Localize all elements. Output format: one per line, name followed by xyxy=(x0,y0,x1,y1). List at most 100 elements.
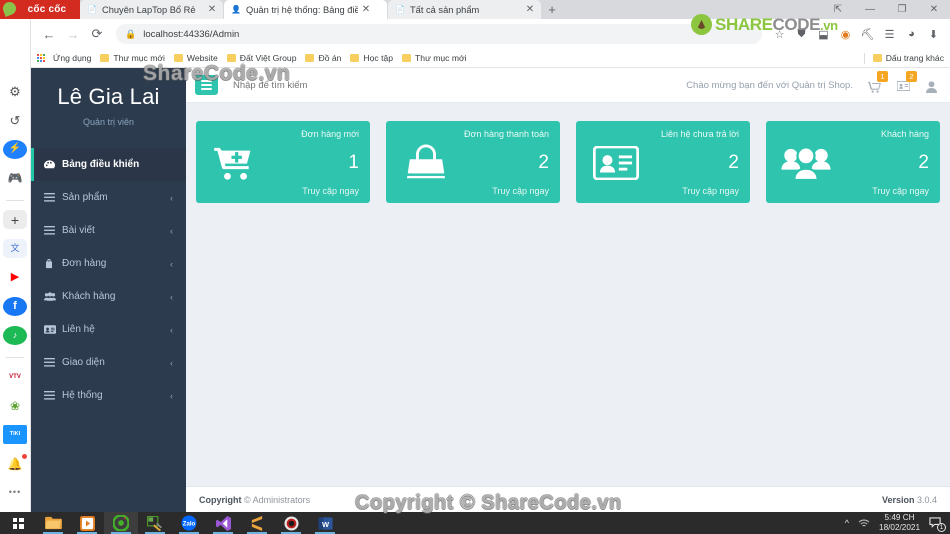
bookmark-item[interactable]: Đất Việt Group xyxy=(226,53,297,63)
sidebar-item-system[interactable]: Hệ thống ‹ xyxy=(31,379,186,412)
sidebar-item-orders[interactable]: Đơn hàng ‹ xyxy=(31,247,186,280)
stat-card-paid-orders[interactable]: Đơn hàng thanh toán 2 Truy cập ngay xyxy=(386,121,560,203)
messenger-icon[interactable]: ⚡ xyxy=(3,139,27,159)
action-center-icon[interactable]: 1 xyxy=(929,517,946,532)
address-bar-row: ← → ⟳ 🔒 localhost:44336/Admin ☆ ⛊ ⬓ ◉ ⛏ … xyxy=(31,19,950,49)
welcome-message: Chào mừng bạn đến với Quản trị Shop. xyxy=(686,79,853,91)
other-bookmarks[interactable]: Dấu trang khác xyxy=(863,52,944,64)
stat-card-unanswered-contacts[interactable]: Liên hệ chưa trả lời 2 Truy cập ngay xyxy=(576,121,750,203)
bookmark-item[interactable]: Thư mục mới xyxy=(402,53,467,63)
taskbar-clock[interactable]: 5:49 CH 18/02/2021 xyxy=(879,513,920,534)
shield-icon[interactable]: ⛊ xyxy=(791,24,812,45)
sidebar-item-interface[interactable]: Giao diện ‹ xyxy=(31,346,186,379)
taskbar-zalo-icon[interactable]: Zalo xyxy=(172,512,206,534)
cococ-icon[interactable]: ❀ xyxy=(3,396,27,415)
maximize-icon[interactable]: ❐ xyxy=(886,0,918,19)
card-link[interactable]: Truy cập ngay xyxy=(302,186,359,196)
menu-icon[interactable]: ⬇ xyxy=(923,24,944,45)
taskbar-word-icon[interactable]: W xyxy=(308,512,342,534)
network-icon[interactable] xyxy=(858,519,870,528)
bookmark-item[interactable]: Học tập xyxy=(350,53,393,63)
folder-icon xyxy=(100,54,110,62)
card-link[interactable]: Truy cập ngay xyxy=(872,186,929,196)
folder-icon xyxy=(350,54,360,62)
bell-icon[interactable]: 🔔 xyxy=(3,453,28,473)
vtv-icon[interactable]: VTV xyxy=(3,367,27,387)
browser-tab-2[interactable]: 👤 Quản trị hệ thống: Bảng điều ✕ xyxy=(224,0,387,19)
new-tab-button[interactable]: + xyxy=(542,2,562,19)
profile-icon[interactable]: ◕ xyxy=(901,24,922,45)
list-icon xyxy=(44,193,62,202)
cart-icon[interactable]: 1 xyxy=(868,71,888,93)
user-icon[interactable] xyxy=(926,77,937,93)
hamburger-icon[interactable] xyxy=(195,75,218,95)
footer-copyright-strong: Copyright xyxy=(199,494,242,505)
sidebar-item-posts[interactable]: Bài viết ‹ xyxy=(31,214,186,247)
sidebar-item-contact[interactable]: Liên hệ ‹ xyxy=(31,313,186,346)
close-icon[interactable]: ✕ xyxy=(358,4,374,15)
close-icon[interactable]: ✕ xyxy=(918,0,950,19)
sidebar-item-dashboard[interactable]: Bảng điều khiển xyxy=(31,148,186,181)
cast-icon[interactable]: ⇱ xyxy=(822,0,854,19)
playlist-icon[interactable]: ☰ xyxy=(879,24,900,45)
search-input[interactable] xyxy=(233,79,687,91)
spotify-icon[interactable]: ♪ xyxy=(3,325,27,345)
close-icon[interactable]: ✕ xyxy=(522,4,538,15)
coccoc-logo[interactable]: cốc cốc xyxy=(0,0,80,19)
close-icon[interactable]: ✕ xyxy=(204,4,220,15)
notification-count: 1 xyxy=(937,523,946,532)
list-icon xyxy=(44,358,62,367)
contact-icon[interactable]: 2 xyxy=(897,71,917,91)
taskbar-coccoc-browser-icon[interactable] xyxy=(104,512,138,534)
address-input[interactable]: 🔒 localhost:44336/Admin xyxy=(116,24,762,44)
bookmark-item[interactable]: Đồ án xyxy=(305,53,341,63)
apps-grid-icon xyxy=(37,53,48,63)
settings-gear-icon[interactable]: ⚙ xyxy=(3,82,27,101)
download-icon[interactable]: ⬓ xyxy=(813,24,834,45)
bookmark-star-icon[interactable]: ☆ xyxy=(769,24,790,45)
facebook-icon[interactable]: f xyxy=(3,297,27,316)
card-body: Đơn hàng mới 1 Truy cập ngay xyxy=(265,129,359,196)
taskbar-file-explorer-icon[interactable] xyxy=(36,512,70,534)
forward-button[interactable]: → xyxy=(61,22,85,46)
taskbar-record-icon[interactable] xyxy=(274,512,308,534)
taskbar-visual-studio-icon[interactable] xyxy=(206,512,240,534)
bookmark-label: Đất Việt Group xyxy=(239,53,297,63)
back-button[interactable]: ← xyxy=(37,22,61,46)
chevron-left-icon: ‹ xyxy=(170,390,173,401)
card-body: Đơn hàng thanh toán 2 Truy cập ngay xyxy=(455,129,549,196)
game-controller-icon[interactable]: 🎮 xyxy=(3,169,27,188)
windows-start-icon[interactable] xyxy=(0,512,36,534)
history-icon[interactable]: ↺ xyxy=(3,111,27,130)
sidebar-item-products[interactable]: Sản phẩm ‹ xyxy=(31,181,186,214)
add-icon[interactable]: + xyxy=(3,210,27,230)
bookmark-label: Website xyxy=(186,53,218,63)
translate-icon[interactable]: 文 xyxy=(3,239,27,259)
card-title: Đơn hàng mới xyxy=(301,129,359,139)
bookmark-apps[interactable]: Ứng dụng xyxy=(37,53,91,63)
tiki-icon[interactable]: TIKI xyxy=(3,425,27,445)
bookmark-item[interactable]: Website xyxy=(173,53,218,63)
chevron-up-icon[interactable]: ^ xyxy=(845,518,849,528)
extension-icon[interactable]: ◉ xyxy=(835,24,856,45)
stat-card-customers[interactable]: Khách hàng 2 Truy cập ngay xyxy=(766,121,940,203)
footer-copyright-rest: © Administrators xyxy=(241,494,311,505)
puzzle-icon[interactable]: ⛏ xyxy=(857,24,878,45)
browser-tab-1[interactable]: 📄 Chuyên LapTop Bổ Rẻ ✕ xyxy=(80,0,223,19)
sidebar-item-customers[interactable]: Khách hàng ‹ xyxy=(31,280,186,313)
more-icon[interactable]: ••• xyxy=(3,483,27,502)
browser-tab-3[interactable]: 📄 Tất cả sản phẩm ✕ xyxy=(388,0,541,19)
card-link[interactable]: Truy cập ngay xyxy=(492,186,549,196)
taskbar-tools-icon[interactable] xyxy=(138,512,172,534)
card-body: Khách hàng 2 Truy cập ngay xyxy=(835,129,929,196)
notification-dot xyxy=(21,453,28,461)
youtube-icon[interactable]: ▶ xyxy=(3,268,27,288)
taskbar-media-player-icon[interactable] xyxy=(70,512,104,534)
bookmark-item[interactable]: Thư mục mới xyxy=(100,53,165,63)
reload-button[interactable]: ⟳ xyxy=(85,22,109,46)
minimize-icon[interactable]: — xyxy=(854,0,886,19)
taskbar-sublime-text-icon[interactable] xyxy=(240,512,274,534)
card-body: Liên hệ chưa trả lời 2 Truy cập ngay xyxy=(645,129,739,196)
card-link[interactable]: Truy cập ngay xyxy=(682,186,739,196)
stat-card-new-orders[interactable]: Đơn hàng mới 1 Truy cập ngay xyxy=(196,121,370,203)
